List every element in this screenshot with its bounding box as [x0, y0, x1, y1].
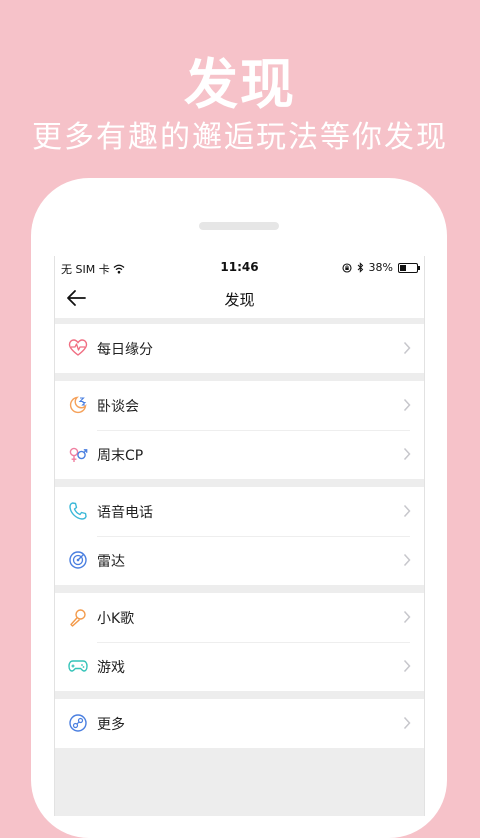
menu-item-karaoke[interactable]: 小K歌	[55, 593, 424, 642]
heartbeat-icon	[68, 339, 88, 356]
microphone-icon	[70, 609, 86, 627]
radar-icon	[69, 551, 87, 569]
menu-item-radar[interactable]: 雷达	[55, 536, 424, 585]
menu-item-label: 小K歌	[97, 611, 135, 627]
battery-percent: 38%	[368, 261, 393, 274]
menu-item-label: 雷达	[97, 554, 125, 570]
menu-item-voice-call[interactable]: 语音电话	[55, 487, 424, 536]
gender-couple-icon	[69, 447, 88, 462]
menu-item-label: 每日缘分	[97, 342, 153, 358]
chevron-right-icon	[403, 341, 411, 355]
menu-item-night-talk[interactable]: 卧谈会	[55, 381, 424, 430]
page-title: 发现	[224, 291, 255, 309]
menu-group: 卧谈会 周末CP	[55, 381, 424, 479]
nav-bar: 发现	[55, 280, 424, 318]
menu-group: 更多	[55, 699, 424, 748]
chevron-right-icon	[403, 659, 411, 673]
menu-item-label: 游戏	[97, 660, 125, 676]
phone-speaker	[199, 222, 279, 230]
chevron-right-icon	[403, 447, 411, 461]
menu-item-label: 语音电话	[97, 505, 153, 521]
menu-item-weekend-cp[interactable]: 周末CP	[55, 430, 424, 479]
menu-item-daily-match[interactable]: 每日缘分	[55, 324, 424, 373]
gamepad-icon	[68, 660, 88, 672]
menu-group: 小K歌 游戏	[55, 593, 424, 691]
chevron-right-icon	[403, 398, 411, 412]
hero-title: 发现	[184, 53, 296, 116]
bluetooth-icon	[357, 262, 363, 273]
status-bar: 无 SIM 卡 11:46 38%	[55, 256, 424, 280]
lock-rotation-icon	[341, 262, 352, 273]
menu-group: 每日缘分	[55, 324, 424, 373]
battery-icon	[398, 262, 420, 273]
phone-icon	[69, 502, 87, 520]
menu-item-more[interactable]: 更多	[55, 699, 424, 748]
phone-frame: 无 SIM 卡 11:46 38% 发现 每日缘分 卧谈会 周末CP 语音电话 …	[31, 178, 447, 838]
menu-item-label: 更多	[97, 717, 125, 733]
moon-night-icon	[69, 396, 87, 414]
more-icon	[69, 714, 87, 732]
phone-screen: 无 SIM 卡 11:46 38% 发现 每日缘分 卧谈会 周末CP 语音电话 …	[54, 256, 425, 816]
chevron-right-icon	[403, 504, 411, 518]
battery-level	[400, 264, 407, 271]
chevron-right-icon	[403, 716, 411, 730]
menu-group: 语音电话 雷达	[55, 487, 424, 585]
menu-item-games[interactable]: 游戏	[55, 642, 424, 691]
hero-subtitle: 更多有趣的邂逅玩法等你发现	[32, 120, 448, 155]
chevron-right-icon	[403, 610, 411, 624]
chevron-right-icon	[403, 553, 411, 567]
menu-item-label: 周末CP	[97, 448, 144, 464]
menu-item-label: 卧谈会	[97, 399, 139, 415]
